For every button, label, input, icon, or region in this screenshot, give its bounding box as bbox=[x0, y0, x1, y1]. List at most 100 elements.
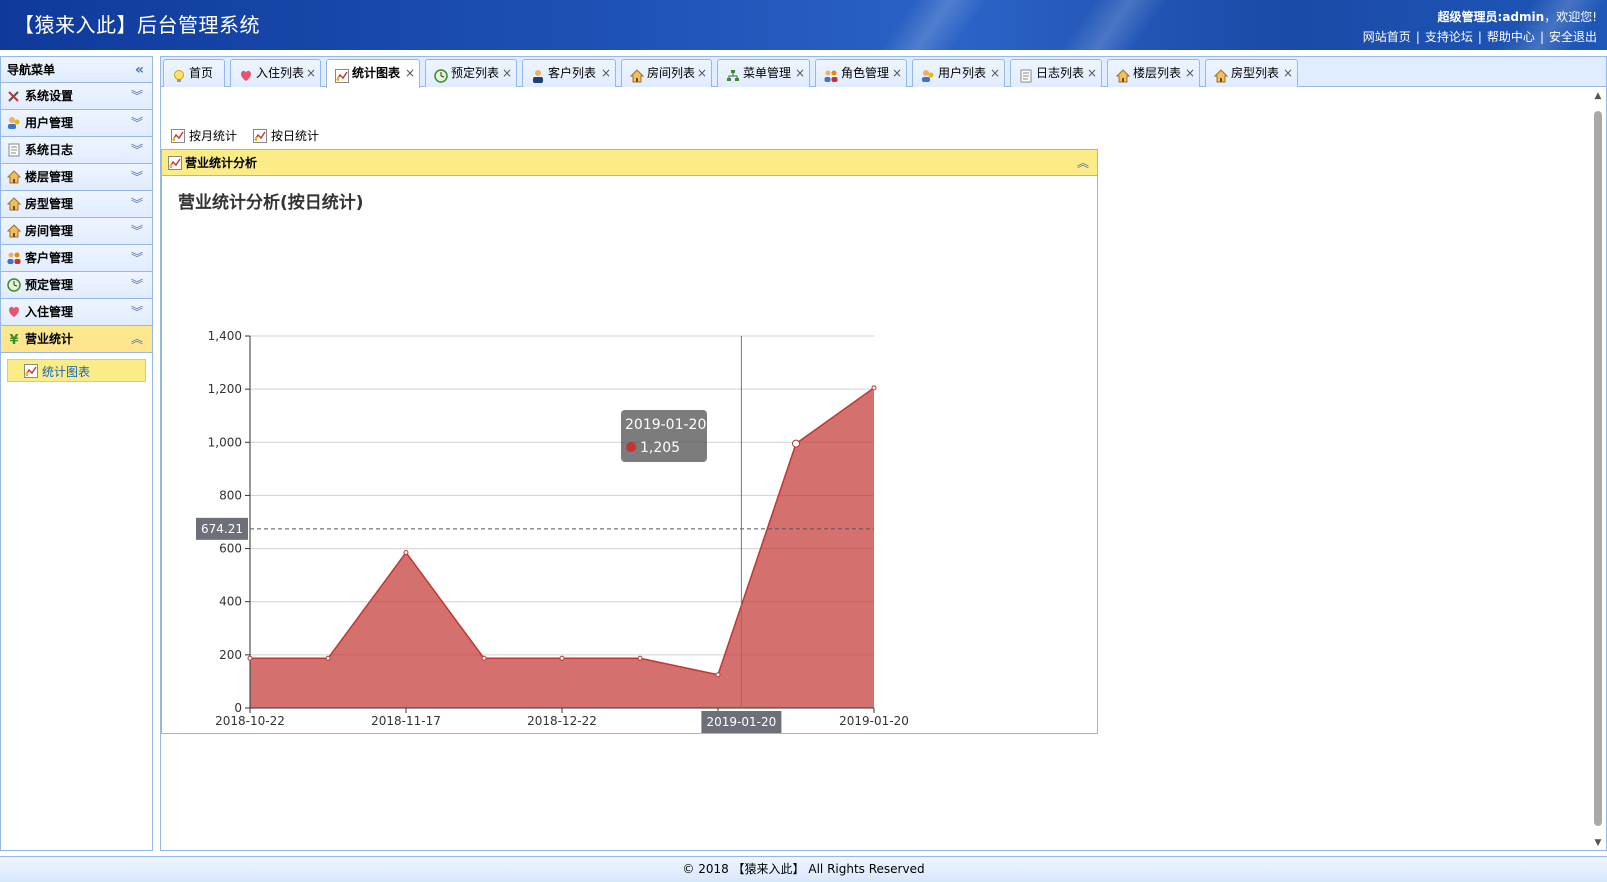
tab[interactable]: 统计图表 × bbox=[326, 59, 420, 88]
chart-icon bbox=[168, 156, 182, 170]
house-icon bbox=[1213, 66, 1229, 83]
link-help[interactable]: 帮助中心 bbox=[1487, 30, 1535, 44]
sidebar-item-label: 营业统计 bbox=[25, 332, 74, 346]
sidebar-item[interactable]: 预定管理 ︾ bbox=[1, 272, 152, 299]
sidebar-item[interactable]: ¥ 营业统计 ︽ bbox=[1, 326, 152, 353]
close-icon[interactable]: × bbox=[502, 60, 512, 86]
copyright-text: © 2018 【猿来入此】 All Rights Reserved bbox=[682, 862, 925, 876]
close-icon[interactable]: × bbox=[601, 60, 611, 86]
scroll-down-icon[interactable]: ▼ bbox=[1590, 836, 1606, 850]
sidebar-item-label: 入住管理 bbox=[25, 305, 74, 319]
sidebar-item[interactable]: 客户管理 ︾ bbox=[1, 245, 152, 272]
close-icon[interactable]: × bbox=[1087, 60, 1097, 86]
tab-label: 角色管理 bbox=[841, 66, 890, 80]
header-decoration bbox=[865, 0, 995, 50]
close-icon[interactable]: × bbox=[405, 60, 415, 86]
vertical-scrollbar[interactable]: ▲ ▼ bbox=[1590, 89, 1606, 850]
sidebar-item[interactable]: 房间管理 ︾ bbox=[1, 218, 152, 245]
bulb-icon bbox=[172, 66, 186, 82]
link-separator: | bbox=[1539, 30, 1544, 44]
tree-icon bbox=[726, 66, 740, 81]
chart-icon bbox=[171, 129, 185, 143]
link-logout[interactable]: 安全退出 bbox=[1549, 30, 1597, 44]
tab-label: 日志列表 bbox=[1036, 66, 1085, 80]
sidebar-item-label: 预定管理 bbox=[25, 278, 74, 292]
sidebar-item[interactable]: 系统日志 ︾ bbox=[1, 137, 152, 164]
data-point bbox=[637, 655, 643, 661]
tab[interactable]: 菜单管理 × bbox=[717, 59, 810, 87]
tab[interactable]: 入住列表 × bbox=[230, 59, 321, 87]
y-tick-label: 1,200 bbox=[208, 382, 242, 396]
link-site-home[interactable]: 网站首页 bbox=[1363, 30, 1411, 44]
group-icon bbox=[824, 66, 838, 82]
welcome-role: 超级管理员:admin bbox=[1437, 10, 1545, 24]
panel-header: 营业统计分析 ︽ bbox=[162, 150, 1097, 176]
scroll-thumb[interactable] bbox=[1594, 111, 1602, 826]
chart-icon bbox=[24, 364, 38, 378]
x-tick-label: 2018-10-22 bbox=[215, 714, 285, 728]
revenue-chart[interactable]: 0 200 400 600 800 1,000 1,200 1,400 2018-10-22 20… bbox=[162, 176, 1097, 733]
y-tick-label: 0 bbox=[234, 701, 242, 715]
clock-icon bbox=[434, 66, 448, 83]
panel-collapse-icon[interactable]: ︽ bbox=[1077, 150, 1089, 176]
submenu-item[interactable]: 统计图表 bbox=[7, 359, 146, 382]
tab-label: 统计图表 bbox=[352, 66, 401, 80]
close-icon[interactable]: × bbox=[306, 60, 316, 86]
x-tick-label: 2018-12-22 bbox=[527, 714, 597, 728]
welcome-message: 超级管理员:admin，欢迎您! bbox=[1438, 8, 1597, 25]
tooltip-marker bbox=[626, 442, 636, 452]
tab[interactable]: 房间列表 × bbox=[621, 59, 712, 87]
sidebar-item[interactable]: 房型管理 ︾ bbox=[1, 191, 152, 218]
tab[interactable]: 日志列表 × bbox=[1010, 59, 1102, 87]
header-decoration bbox=[1045, 0, 1175, 50]
tab[interactable]: 客户列表 × bbox=[522, 59, 616, 87]
tooltip-value: 1,205 bbox=[640, 440, 680, 456]
heart-icon bbox=[7, 305, 21, 319]
close-icon[interactable]: × bbox=[1283, 60, 1293, 86]
y-tick-label: 1,400 bbox=[208, 329, 242, 343]
sidebar-item-label: 房间管理 bbox=[25, 224, 74, 238]
tab[interactable]: 首页 bbox=[163, 59, 225, 87]
close-icon[interactable]: × bbox=[697, 60, 707, 86]
chart-icon bbox=[253, 129, 267, 143]
tab[interactable]: 房型列表 × bbox=[1205, 59, 1298, 87]
data-point bbox=[559, 655, 565, 661]
panel-title: 营业统计分析 bbox=[185, 156, 258, 170]
submenu-item-label: 统计图表 bbox=[42, 365, 91, 379]
sidebar-item-label: 楼层管理 bbox=[25, 170, 74, 184]
daily-stats-label: 按日统计 bbox=[271, 129, 320, 143]
user-icon bbox=[921, 66, 935, 82]
sidebar-item[interactable]: 入住管理 ︾ bbox=[1, 299, 152, 326]
app-header: 【猿来入此】后台管理系统 超级管理员:admin，欢迎您! 网站首页 | 支持论坛 |… bbox=[0, 0, 1607, 50]
tab-label: 首页 bbox=[189, 66, 214, 80]
tab[interactable]: 用户列表 × bbox=[912, 59, 1005, 87]
heart-icon bbox=[239, 66, 253, 81]
data-point bbox=[792, 439, 800, 448]
sidebar-item[interactable]: 系统设置 ︾ bbox=[1, 83, 152, 110]
y-tick-label: 600 bbox=[219, 542, 242, 556]
sidebar-item[interactable]: 用户管理 ︾ bbox=[1, 110, 152, 137]
data-point bbox=[325, 655, 331, 661]
close-icon[interactable]: × bbox=[795, 60, 805, 86]
tab[interactable]: 预定列表 × bbox=[425, 59, 517, 87]
close-icon[interactable]: × bbox=[1185, 60, 1195, 86]
user-icon bbox=[7, 116, 21, 130]
sidebar-menu: 系统设置 ︾ 用户管理 ︾ 系统日志 ︾ 楼层管理 ︾ 房型管理 ︾ 房间管理 ︾ 客户管理 ︾ 预定管理 ︾… bbox=[1, 83, 152, 388]
sidebar-collapse-icon[interactable]: « bbox=[135, 57, 144, 83]
scroll-up-icon[interactable]: ▲ bbox=[1590, 89, 1606, 103]
tab-label: 房间列表 bbox=[647, 66, 696, 80]
house-icon bbox=[6, 224, 22, 238]
main-area: 首页 入住列表 × 统计图表 × 预定列表 × 客户列表 × 房间列表 × 菜单管理 × 角色管理 × 用户列… bbox=[160, 56, 1607, 851]
sidebar-item-label: 房型管理 bbox=[25, 197, 74, 211]
tab[interactable]: 楼层列表 × bbox=[1107, 59, 1200, 87]
close-icon[interactable]: × bbox=[990, 60, 1000, 86]
house-icon bbox=[6, 170, 22, 184]
yen-icon: ¥ bbox=[7, 332, 21, 348]
sidebar-item-label: 用户管理 bbox=[25, 116, 74, 130]
link-forum[interactable]: 支持论坛 bbox=[1425, 30, 1473, 44]
close-icon[interactable]: × bbox=[892, 60, 902, 86]
sidebar-item[interactable]: 楼层管理 ︾ bbox=[1, 164, 152, 191]
tab[interactable]: 角色管理 × bbox=[815, 59, 907, 87]
sidebar-item-label: 系统设置 bbox=[25, 89, 74, 103]
house-icon bbox=[6, 197, 22, 211]
